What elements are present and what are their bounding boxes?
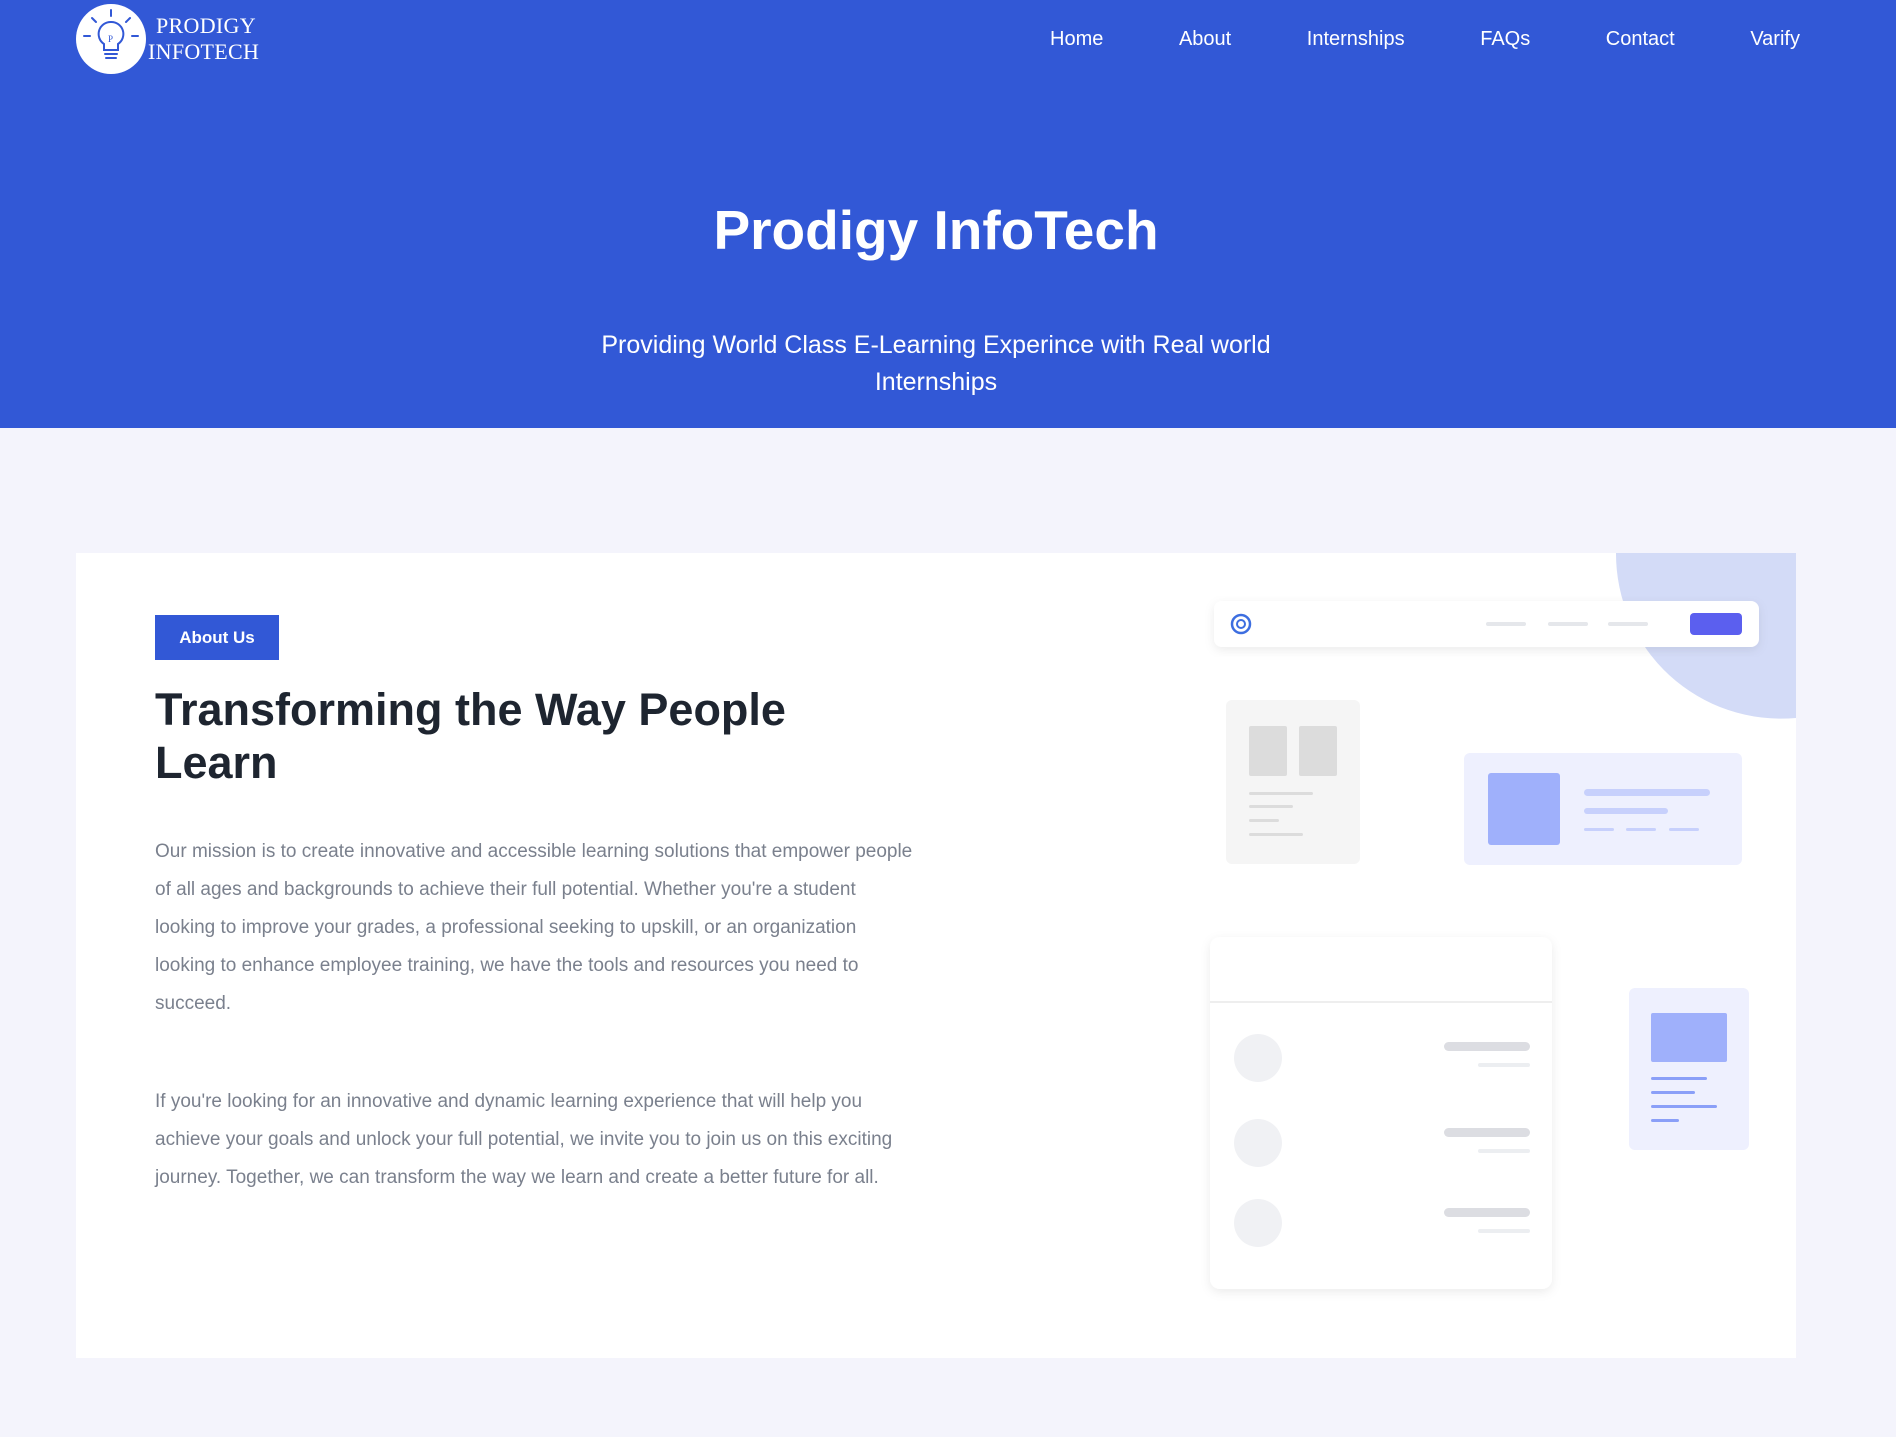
brand-line-2: INFOTECH bbox=[148, 39, 260, 64]
lightbulb-logo-icon: P bbox=[76, 4, 146, 74]
brand-logo[interactable]: P PRODIGY INFOTECH bbox=[76, 4, 259, 74]
nav-about[interactable]: About bbox=[1179, 28, 1231, 51]
svg-text:P: P bbox=[108, 34, 113, 44]
nav-contact[interactable]: Contact bbox=[1606, 28, 1675, 51]
decorative-corner-blob bbox=[1615, 553, 1796, 719]
about-paragraph-2: If you're looking for an innovative and … bbox=[155, 1091, 893, 1188]
hero-header: P PRODIGY INFOTECH Home About Internship… bbox=[0, 0, 1896, 428]
about-title: Transforming the Way People Learn bbox=[155, 684, 786, 788]
hero-subtitle: Providing World Class E-Learning Experin… bbox=[601, 331, 1271, 396]
about-us-badge: About Us bbox=[155, 615, 279, 660]
about-paragraph-1: Our mission is to create innovative and … bbox=[155, 841, 913, 1014]
nav-faqs[interactable]: FAQs bbox=[1480, 28, 1530, 51]
mock-document-card bbox=[1226, 700, 1360, 864]
nav-home[interactable]: Home bbox=[1050, 28, 1103, 51]
about-section: About Us Transforming the Way People Lea… bbox=[76, 553, 1796, 1358]
mock-info-card bbox=[1464, 753, 1742, 865]
brand-line-1: PRODIGY bbox=[156, 13, 256, 38]
nav-varify[interactable]: Varify bbox=[1750, 28, 1800, 51]
brand-wordmark: PRODIGY INFOTECH bbox=[148, 13, 259, 65]
hero-title: Prodigy InfoTech bbox=[713, 199, 1159, 261]
mock-browser-bar bbox=[1214, 601, 1759, 647]
mock-list-card bbox=[1210, 937, 1552, 1289]
main-nav: Home About Internships FAQs Contact Vari… bbox=[1050, 28, 1800, 51]
nav-internships[interactable]: Internships bbox=[1307, 28, 1405, 51]
mock-small-card bbox=[1629, 988, 1749, 1150]
